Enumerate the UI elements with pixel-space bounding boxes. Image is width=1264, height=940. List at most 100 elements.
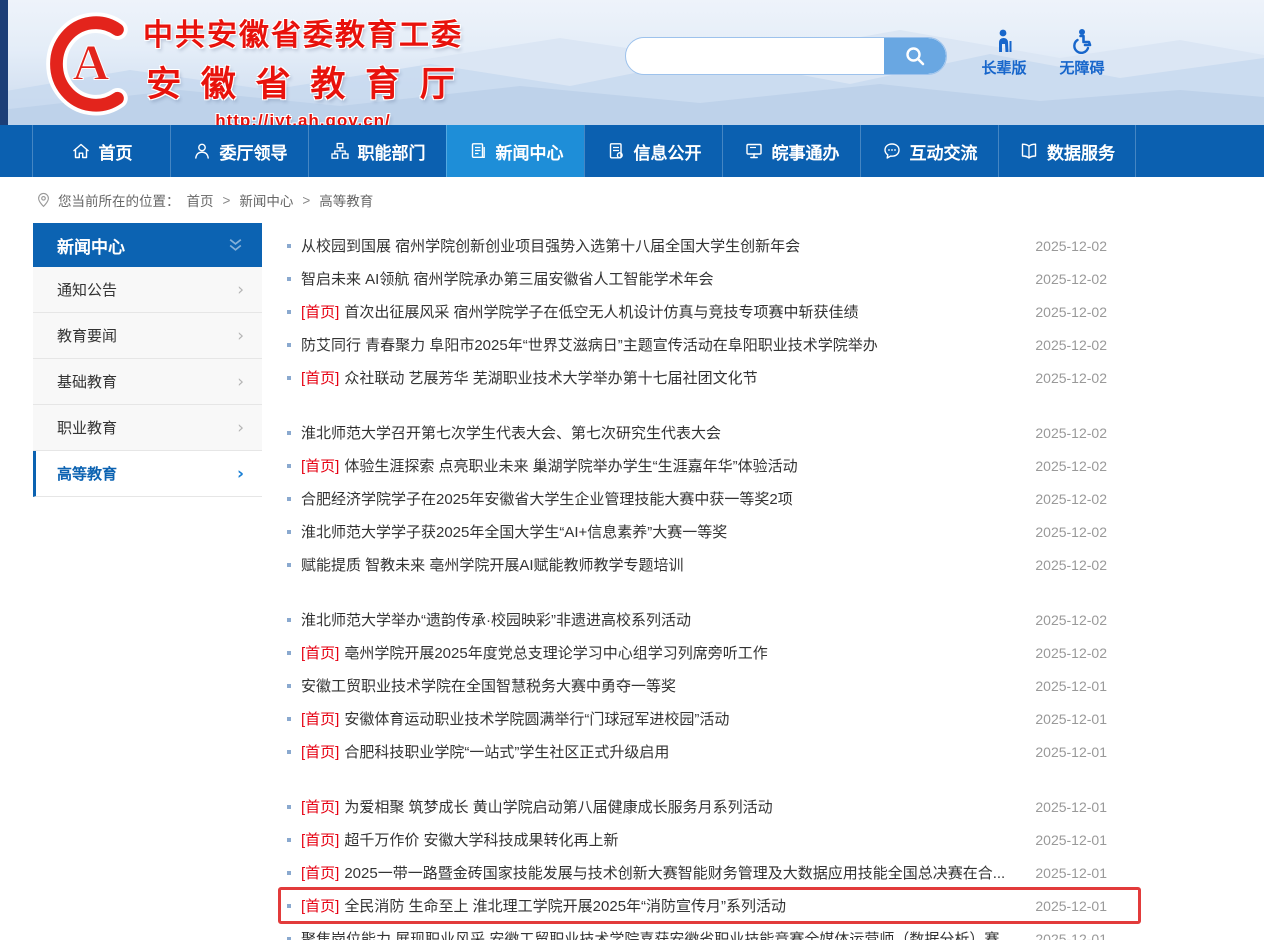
nav-item-info-disclosure[interactable]: 信息公开: [584, 125, 722, 177]
quick-links: 长辈版 无障碍: [978, 28, 1108, 78]
nav-item-data-services[interactable]: 数据服务: [998, 125, 1136, 177]
front-page-tag: [首页]: [301, 458, 339, 475]
info-disclosure-icon: [606, 141, 626, 161]
news-item: [首页]为爱相聚 筑梦成长 黄山学院启动第八届健康成长服务月系列活动2025-1…: [281, 790, 1137, 823]
chevron-right-icon: ›: [237, 280, 244, 300]
news-item-link[interactable]: 聚焦岗位能力 展现职业风采 安徽工贸职业技术学院喜获安徽省职业技能竞赛全媒体运营…: [301, 928, 1015, 940]
bullet-icon: [287, 750, 291, 754]
news-item-date: 2025-12-02: [1035, 370, 1107, 386]
nav-label: 皖事通办: [772, 139, 840, 164]
chevron-right-icon: ›: [237, 372, 244, 392]
bullet-icon: [287, 805, 291, 809]
news-item-link[interactable]: [首页]安徽体育运动职业技术学院圆满举行“门球冠军进校园”活动: [301, 708, 1015, 729]
news-item-date: 2025-12-01: [1035, 865, 1107, 881]
news-item-link[interactable]: [首页]首次出征展风采 宿州学院学子在低空无人机设计仿真与竞技专项赛中斩获佳绩: [301, 301, 1015, 322]
news-item-date: 2025-12-01: [1035, 711, 1107, 727]
nav-item-interaction[interactable]: 互动交流: [860, 125, 998, 177]
breadcrumb: 您当前所在的位置： 首页 > 新闻中心 > 高等教育: [0, 177, 1264, 223]
news-item-link[interactable]: [首页]全民消防 生命至上 淮北理工学院开展2025年“消防宣传月”系列活动: [301, 895, 1015, 916]
news-item-date: 2025-12-01: [1035, 744, 1107, 760]
nav-label: 互动交流: [910, 139, 978, 164]
news-item-date: 2025-12-01: [1035, 832, 1107, 848]
bullet-icon: [287, 684, 291, 688]
open-book-icon: [1019, 141, 1039, 161]
news-item: 安徽工贸职业技术学院在全国智慧税务大赛中勇夺一等奖 2025-12-01: [281, 669, 1137, 702]
nav-label: 数据服务: [1047, 139, 1115, 164]
news-item: 合肥经济学院学子在2025年安徽省大学生企业管理技能大赛中获一等奖2项2025-…: [281, 482, 1137, 515]
news-item-link[interactable]: [首页]为爱相聚 筑梦成长 黄山学院启动第八届健康成长服务月系列活动: [301, 796, 1015, 817]
news-item-link[interactable]: 淮北师范大学学子获2025年全国大学生“AI+信息素养”大赛一等奖: [301, 521, 1015, 542]
bullet-icon: [287, 277, 291, 281]
news-item-link[interactable]: [首页]众社联动 艺展芳华 芜湖职业技术大学举办第十七届社团文化节: [301, 367, 1015, 388]
home-icon: [71, 141, 91, 161]
breadcrumb-separator: >: [302, 193, 310, 208]
front-page-tag: [首页]: [301, 799, 339, 816]
news-group: 淮北师范大学举办“遗韵传承·校园映彩”非遗进高校系列活动2025-12-02 [首…: [281, 603, 1137, 768]
breadcrumb-news-center[interactable]: 新闻中心: [239, 190, 293, 210]
bullet-icon: [287, 937, 291, 940]
breadcrumb-higher-education[interactable]: 高等教育: [319, 190, 373, 210]
front-page-tag: [首页]: [301, 711, 339, 728]
main-navigation: 首页 委厅领导 职能部门 新闻中心 信息公开: [0, 125, 1264, 177]
nav-item-departments[interactable]: 职能部门: [308, 125, 446, 177]
news-item: [首页]2025一带一路暨金砖国家技能发展与技术创新大赛智能财务管理及大数据应用…: [281, 856, 1137, 889]
news-item-link[interactable]: 淮北师范大学举办“遗韵传承·校园映彩”非遗进高校系列活动: [301, 609, 1015, 630]
nav-item-online-services[interactable]: 皖事通办: [722, 125, 860, 177]
news-item-link[interactable]: 防艾同行 青春聚力 阜阳市2025年“世界艾滋病日”主题宣传活动在阜阳职业技术学…: [301, 334, 1015, 355]
chevron-double-down-icon[interactable]: [227, 238, 244, 253]
news-item: 从校园到国展 宿州学院创新创业项目强势入选第十八届全国大学生创新年会2025-1…: [281, 229, 1137, 262]
news-item-link[interactable]: 从校园到国展 宿州学院创新创业项目强势入选第十八届全国大学生创新年会: [301, 235, 1015, 256]
bullet-icon: [287, 343, 291, 347]
accessibility-link[interactable]: 无障碍: [1056, 28, 1108, 78]
sidebar-item-vocational-education[interactable]: 职业教育 ›: [33, 405, 262, 451]
news-item-link[interactable]: [首页]2025一带一路暨金砖国家技能发展与技术创新大赛智能财务管理及大数据应用…: [301, 862, 1015, 883]
nav-item-leaders[interactable]: 委厅领导: [170, 125, 308, 177]
search-bar: [625, 37, 947, 75]
news-item: 淮北师范大学举办“遗韵传承·校园映彩”非遗进高校系列活动2025-12-02: [281, 603, 1137, 636]
sidebar-item-notices[interactable]: 通知公告 ›: [33, 267, 262, 313]
sidebar-item-basic-education[interactable]: 基础教育 ›: [33, 359, 262, 405]
breadcrumb-prefix: 您当前所在的位置：: [58, 190, 180, 210]
news-item-date: 2025-12-02: [1035, 304, 1107, 320]
news-item: 淮北师范大学召开第七次学生代表大会、第七次研究生代表大会2025-12-02: [281, 416, 1137, 449]
search-input[interactable]: [626, 38, 884, 74]
breadcrumb-home[interactable]: 首页: [187, 190, 214, 210]
elder-version-link[interactable]: 长辈版: [978, 28, 1030, 78]
sidebar-item-higher-education[interactable]: 高等教育 ›: [33, 451, 262, 497]
search-button[interactable]: [884, 38, 946, 74]
front-page-tag: [首页]: [301, 304, 339, 321]
news-item-link[interactable]: 淮北师范大学召开第七次学生代表大会、第七次研究生代表大会: [301, 422, 1015, 443]
news-item-link[interactable]: 智启未来 AI领航 宿州学院承办第三届安徽省人工智能学术年会: [301, 268, 1015, 289]
bullet-icon: [287, 618, 291, 622]
news-group: 淮北师范大学召开第七次学生代表大会、第七次研究生代表大会2025-12-02 [首…: [281, 416, 1137, 581]
front-page-tag: [首页]: [301, 865, 339, 882]
header-left-accent: [0, 0, 8, 125]
bullet-icon: [287, 310, 291, 314]
news-item-link[interactable]: [首页]亳州学院开展2025年度党总支理论学习中心组学习列席旁听工作: [301, 642, 1015, 663]
news-item-link[interactable]: 安徽工贸职业技术学院在全国智慧税务大赛中勇夺一等奖: [301, 675, 1015, 696]
news-item-link[interactable]: 赋能提质 智教未来 亳州学院开展AI赋能教师教学专题培训: [301, 554, 1015, 575]
bullet-icon: [287, 244, 291, 248]
news-item: [首页]安徽体育运动职业技术学院圆满举行“门球冠军进校园”活动 2025-12-0…: [281, 702, 1137, 735]
main-content: 新闻中心 通知公告 › 教育要闻 › 基础教育 › 职业教育 › 高等教育 › …: [0, 223, 1264, 940]
news-item-date: 2025-12-01: [1035, 678, 1107, 694]
nav-item-home[interactable]: 首页: [32, 125, 170, 177]
chevron-right-icon: ›: [237, 326, 244, 346]
agency-logo-icon: A: [38, 8, 138, 116]
news-group: [首页]为爱相聚 筑梦成长 黄山学院启动第八届健康成长服务月系列活动 2025-1…: [281, 790, 1137, 940]
sidebar-item-education-news[interactable]: 教育要闻 ›: [33, 313, 262, 359]
bullet-icon: [287, 904, 291, 908]
nav-item-news-center[interactable]: 新闻中心: [446, 125, 584, 177]
news-item-link[interactable]: 合肥经济学院学子在2025年安徽省大学生企业管理技能大赛中获一等奖2项: [301, 488, 1015, 509]
leaders-icon: [192, 141, 212, 161]
news-item-link[interactable]: [首页]合肥科技职业学院“一站式”学生社区正式升级启用: [301, 741, 1015, 762]
news-item: [首页]超千万作价 安徽大学科技成果转化再上新 2025-12-01: [281, 823, 1137, 856]
elder-version-label: 长辈版: [981, 57, 1026, 78]
news-group: 从校园到国展 宿州学院创新创业项目强势入选第十八届全国大学生创新年会 2025-1…: [281, 229, 1137, 394]
bullet-icon: [287, 651, 291, 655]
bullet-icon: [287, 563, 291, 567]
wheelchair-icon: [1069, 28, 1095, 54]
news-item-link[interactable]: [首页]超千万作价 安徽大学科技成果转化再上新: [301, 829, 1015, 850]
news-item: [首页]众社联动 艺展芳华 芜湖职业技术大学举办第十七届社团文化节 2025-12…: [281, 361, 1137, 394]
news-item-link[interactable]: [首页]体验生涯探索 点亮职业未来 巢湖学院举办学生“生涯嘉年华”体验活动: [301, 455, 1015, 476]
